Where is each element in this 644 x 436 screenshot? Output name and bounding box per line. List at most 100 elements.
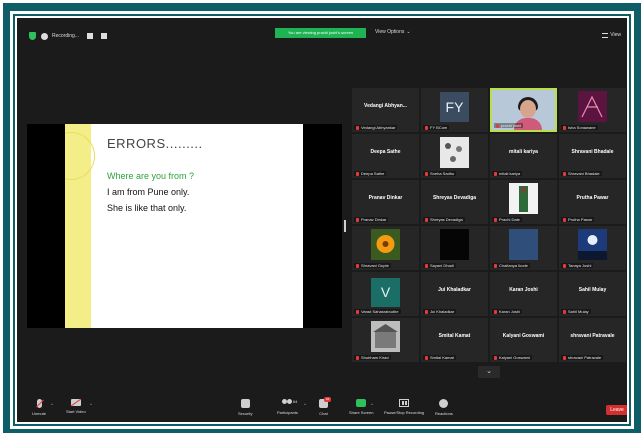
slide-line: She is like that only. — [107, 203, 187, 213]
caret-up-icon[interactable]: ^ — [304, 402, 306, 407]
participant-name: Shravani Bhadale — [571, 149, 614, 155]
night-sky-image — [578, 235, 607, 260]
chat-button[interactable]: 34 Chat — [319, 397, 331, 416]
participant-name: shravani Patravale — [570, 333, 615, 339]
participants-button[interactable]: 64 Participants — [277, 399, 298, 415]
slide-question: Where are you from ? — [107, 171, 195, 181]
tile-footer: Prachi Date — [492, 217, 522, 222]
participant-tile[interactable]: Karan Joshi Karan Joshi — [490, 272, 557, 316]
share-screen-button[interactable]: Share Screen — [349, 399, 373, 415]
view-mode-button[interactable]: View — [602, 32, 621, 38]
participant-tile[interactable]: mitali kariya mitali kariya — [490, 134, 557, 178]
mic-muted-icon — [356, 355, 359, 360]
participant-label: Isha Sonawane — [568, 125, 596, 130]
mic-muted-icon — [425, 309, 428, 314]
active-speaker-tile[interactable]: prachi joshi — [490, 88, 557, 132]
participant-tile[interactable]: Isha Sonawane — [559, 88, 626, 132]
participant-tile[interactable]: Shravani Bhadale Shravani Bhadale — [559, 134, 626, 178]
recording-icon — [41, 32, 48, 40]
participant-tile[interactable]: Deepa Sathe Deepa Sathe — [352, 134, 419, 178]
tile-footer: Karan Joshi — [492, 309, 523, 314]
tile-footer: Shreyas Devadiga — [423, 217, 465, 222]
chat-label: Chat — [319, 411, 328, 416]
participant-tile[interactable]: Shreyas Devadiga Shreyas Devadiga — [421, 180, 488, 224]
participant-tile[interactable]: Smital Kamat Smital Kamat — [421, 318, 488, 362]
shield-icon[interactable] — [29, 32, 36, 40]
mic-muted-icon — [563, 125, 566, 130]
pause-stop-recording-button[interactable]: Pause/Stop Recording — [384, 399, 424, 415]
resize-handle[interactable] — [344, 220, 346, 232]
mic-muted-icon — [425, 125, 428, 130]
tile-footer: Shravani Gupte — [354, 263, 391, 268]
pause-recording-icon[interactable] — [86, 33, 93, 39]
participant-tile[interactable]: Prutha Pawar Prutha Pawar — [559, 180, 626, 224]
recording-indicator: Recording... — [41, 31, 107, 41]
participant-label: Kalyani Goswami — [499, 355, 530, 360]
chevron-down-icon[interactable]: ⌄ — [478, 366, 500, 378]
participant-tile[interactable]: Kalyani Goswami Kalyani Goswami — [490, 318, 557, 362]
abstract-art-image — [581, 95, 603, 118]
shared-screen[interactable]: ERRORS......... Where are you from ? I a… — [27, 124, 342, 328]
avatar: FY — [440, 92, 469, 122]
tile-footer: Chaitanya Ikode — [492, 263, 530, 268]
participant-tile[interactable]: shravani Patravale shravani Patravale — [559, 318, 626, 362]
participant-tile[interactable]: Pranav Dinkar Pranav Dinkar — [352, 180, 419, 224]
participant-tile[interactable]: Sayani Dhadi — [421, 226, 488, 270]
participant-tile[interactable]: FY FY BCom — [421, 88, 488, 132]
portrait-image — [519, 186, 528, 212]
mic-muted-icon — [425, 263, 428, 268]
tile-footer: Smital Kamat — [423, 355, 456, 360]
participants-icon: 64 — [281, 399, 297, 407]
leave-button[interactable]: Leave — [606, 405, 627, 415]
participant-tile[interactable]: Jui Khaladkar Jui Khaladkar — [421, 272, 488, 316]
unmute-button[interactable]: Unmute — [32, 399, 46, 416]
profile-picture — [371, 229, 400, 260]
view-options-button[interactable]: View Options ⌄ — [375, 29, 411, 35]
participant-tile[interactable]: Chaitanya Ikode — [490, 226, 557, 270]
tile-footer: prachi joshi — [494, 123, 524, 128]
stop-recording-icon[interactable] — [100, 33, 107, 39]
participant-label: mitali kariya — [499, 171, 521, 176]
participant-tile[interactable]: Shravani Gupte — [352, 226, 419, 270]
recording-label: Pause/Stop Recording — [384, 410, 425, 415]
presentation-slide: ERRORS......... Where are you from ? I a… — [65, 124, 303, 328]
mic-muted-icon — [356, 171, 359, 176]
start-video-label: Start Video — [66, 409, 86, 414]
tile-footer: Shravani Bhadale — [561, 171, 602, 176]
reactions-button[interactable]: Reactions — [435, 399, 453, 416]
emoji-icon — [439, 399, 449, 408]
security-button[interactable]: Security — [238, 399, 252, 416]
participant-label: Jui Khaladkar — [430, 309, 455, 314]
security-label: Security — [238, 411, 253, 416]
caret-up-icon[interactable]: ^ — [51, 402, 53, 407]
participant-label: shravani Patravale — [568, 355, 602, 360]
participant-tile[interactable]: Tanaya Joshi — [559, 226, 626, 270]
slide-stripe — [65, 124, 95, 328]
participant-label: Karan Joshi — [499, 309, 521, 314]
avatar: V — [371, 278, 400, 307]
participant-name: mitali kariya — [509, 149, 538, 155]
chevron-down-icon: ⌄ — [406, 29, 411, 35]
participant-tile[interactable]: V Varad Sahasrabudhe — [352, 272, 419, 316]
profile-picture — [371, 321, 400, 352]
participant-tile[interactable]: Sahil Mulay Sahil Mulay — [559, 272, 626, 316]
participant-name: Kalyani Goswami — [502, 333, 545, 339]
tile-footer: Jui Khaladkar — [423, 309, 457, 314]
start-video-button[interactable]: Start Video — [66, 399, 86, 414]
chat-badge: 34 — [324, 397, 331, 402]
caret-up-icon[interactable]: ^ — [371, 402, 373, 407]
participant-tile[interactable]: Shubham Kirad — [352, 318, 419, 362]
tile-footer: Prutha Pawar — [561, 217, 595, 222]
participant-tile[interactable]: Sneha Sadhu — [421, 134, 488, 178]
recording-label: Recording... — [52, 33, 79, 39]
participant-label: Tanaya Joshi — [568, 263, 592, 268]
mic-muted-icon — [494, 263, 497, 268]
reactions-label: Reactions — [435, 411, 453, 416]
participant-label: Sayani Dhadi — [430, 263, 454, 268]
caret-up-icon[interactable]: ^ — [90, 402, 92, 407]
mic-muted-icon — [356, 309, 359, 314]
participant-count: 64 — [292, 399, 298, 404]
participant-tile[interactable]: Prachi Date — [490, 180, 557, 224]
participant-tile[interactable]: Vedangi Abhyan... Vedangi Abhyankar — [352, 88, 419, 132]
slide-decoration — [65, 132, 95, 180]
